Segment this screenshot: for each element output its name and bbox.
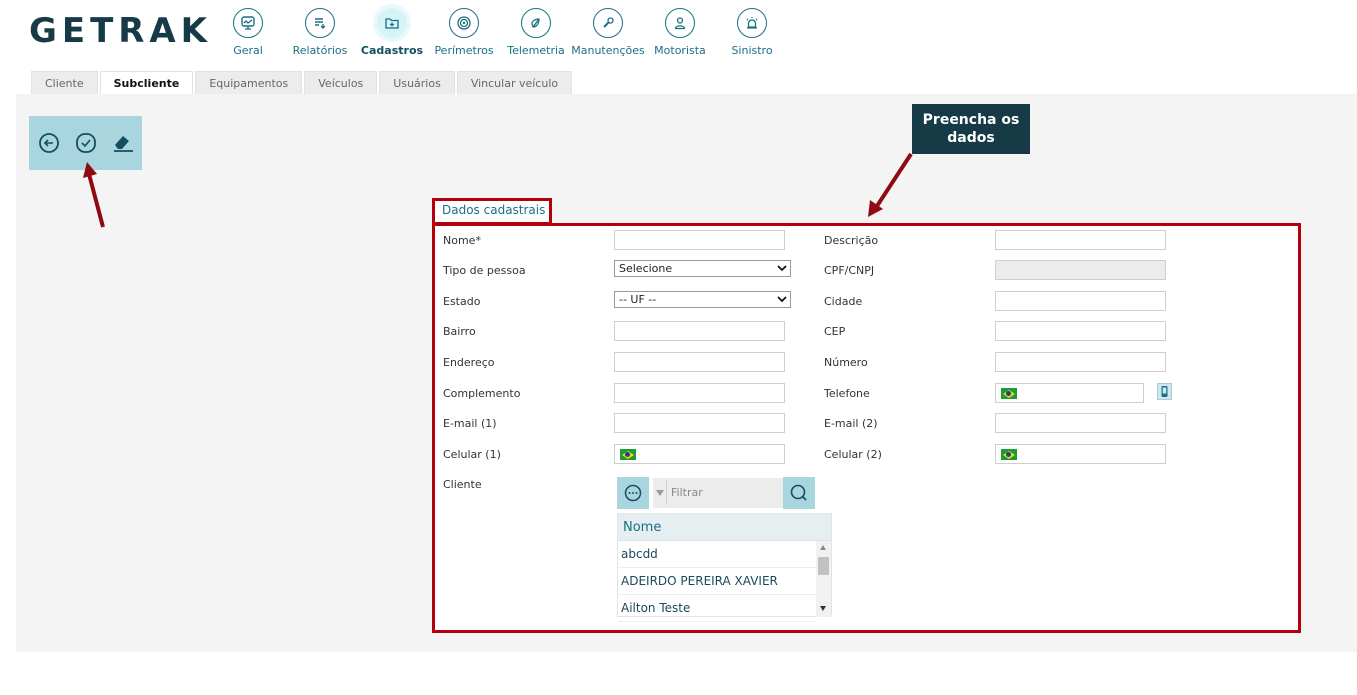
page: GETRAK Geral Relatórios Cadastros Períme… [0,0,1357,695]
svg-text:GETRAK: GETRAK [29,11,209,50]
cep-input[interactable] [995,321,1166,341]
celular1-input[interactable] [614,444,785,464]
arrow-to-form [868,152,913,217]
nav-label: Perímetros [434,44,494,57]
search-icon [790,484,807,501]
back-button[interactable] [37,131,61,155]
getrak-logo: GETRAK [29,11,209,50]
email1-input[interactable] [614,413,785,433]
phone-icon [1161,386,1168,397]
nav-label: Relatórios [292,44,348,57]
nav-label: Cadastros [360,44,424,57]
wrench-icon [593,8,623,38]
cep-label: CEP [824,325,846,338]
gauge-icon [521,8,551,38]
scroll-up-icon[interactable] [820,545,826,550]
clear-button[interactable] [111,131,135,155]
complemento-input[interactable] [614,383,785,403]
estado-label: Estado [443,295,481,308]
more-options-icon [624,484,642,502]
tab-cliente[interactable]: Cliente [31,71,98,94]
email1-label: E-mail (1) [443,417,497,430]
bairro-input[interactable] [614,321,785,341]
table-row[interactable]: ADEIRDO PEREIRA XAVIER [618,568,816,595]
brazil-flag-icon [1001,449,1017,460]
nome-label: Nome* [443,234,481,247]
celular1-label: Celular (1) [443,448,501,461]
section-title: Dados cadastrais [442,203,546,217]
grid-scrollbar[interactable] [816,541,831,617]
subtabs: Cliente Subcliente Equipamentos Veículos… [31,71,573,94]
estado-selected: -- UF -- [619,293,657,306]
brazil-flag-icon [620,449,636,460]
tab-equipamentos[interactable]: Equipamentos [195,71,303,94]
chevron-down-icon [777,265,787,272]
chevron-down-icon [777,296,787,303]
target-icon [449,8,479,38]
table-row[interactable]: abcdd [618,541,816,568]
scroll-down-icon[interactable] [820,606,826,611]
tipo-pessoa-label: Tipo de pessoa [443,264,526,277]
confirm-icon [76,133,96,153]
phone-type-button[interactable] [1157,383,1172,400]
filter-placeholder: Filtrar [671,486,703,499]
endereco-label: Endereço [443,356,495,369]
scroll-thumb[interactable] [818,557,829,575]
nav-label: Manutenções [571,44,645,57]
tab-vincular-veiculo[interactable]: Vincular veículo [456,71,573,94]
tab-veiculos[interactable]: Veículos [304,71,378,94]
grid-filter-input[interactable]: Filtrar [653,478,783,508]
cliente-label: Cliente [443,478,482,491]
email2-input[interactable] [995,413,1166,433]
numero-label: Número [824,356,868,369]
telefone-label: Telefone [824,387,870,400]
folder-add-icon [377,8,407,38]
bairro-label: Bairro [443,325,476,338]
client-grid-toolbar: Filtrar [617,477,815,509]
complemento-label: Complemento [443,387,521,400]
estado-select[interactable]: -- UF -- [614,291,791,308]
report-icon [305,8,335,38]
callout-box: Preencha os dados [912,104,1030,154]
driver-icon [665,8,695,38]
eraser-icon [114,136,133,152]
divider [666,481,667,505]
back-icon [39,133,59,153]
brazil-flag-icon [1001,388,1017,399]
grid-column-header[interactable]: Nome [618,514,831,541]
email2-label: E-mail (2) [824,417,878,430]
descricao-input[interactable] [995,230,1166,250]
tipo-pessoa-selected: Selecione [619,262,673,275]
descricao-label: Descrição [824,234,879,247]
tab-usuarios[interactable]: Usuários [379,71,455,94]
save-button[interactable] [74,131,98,155]
endereco-input[interactable] [614,352,785,372]
celular2-label: Celular (2) [824,448,882,461]
nav-label: Telemetria [507,44,565,57]
nome-input[interactable] [614,230,785,250]
client-grid: Nome abcdd ADEIRDO PEREIRA XAVIER Ailton… [617,513,832,622]
grid-search-button[interactable] [783,477,815,509]
tab-subcliente[interactable]: Subcliente [99,71,194,94]
cpf-cnpj-label: CPF/CNPJ [824,264,875,277]
telefone-input[interactable] [995,383,1144,403]
cpf-cnpj-input [995,260,1166,280]
arrow-to-save [83,162,105,228]
numero-input[interactable] [995,352,1166,372]
celular2-input[interactable] [995,444,1166,464]
cidade-label: Cidade [824,295,863,308]
alarm-icon [737,8,767,38]
nav-label: Motorista [654,44,706,57]
grid-options-button[interactable] [617,477,649,509]
chart-monitor-icon [233,8,263,38]
table-row[interactable]: Ailton Teste [618,595,816,622]
tipo-pessoa-select[interactable]: Selecione [614,260,791,277]
nav-label: Geral [233,44,263,57]
filter-dropdown-icon [656,490,664,496]
nav-sinistro[interactable]: Sinistro [710,6,794,57]
nav-label: Sinistro [731,44,773,57]
cidade-input[interactable] [995,291,1166,311]
